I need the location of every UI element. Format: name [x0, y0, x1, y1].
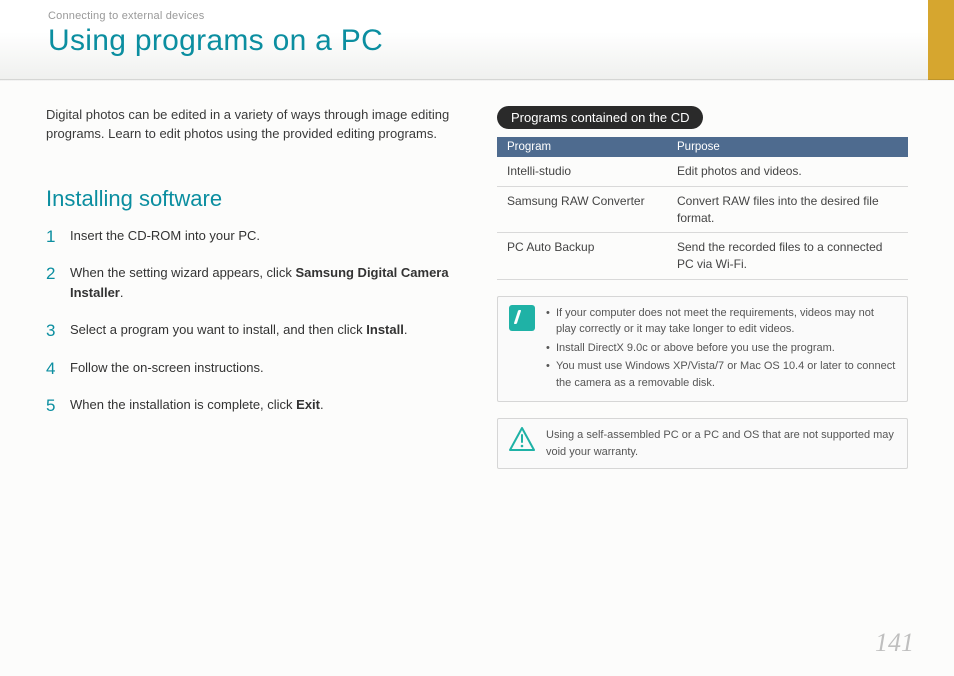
- programs-pill: Programs contained on the CD: [497, 106, 703, 129]
- note-item: If your computer does not meet the requi…: [546, 305, 897, 338]
- intro-text: Digital photos can be edited in a variet…: [46, 106, 457, 144]
- table-row: PC Auto Backup Send the recorded files t…: [497, 233, 908, 280]
- header-divider: [0, 79, 954, 81]
- step-3: Select a program you want to install, an…: [46, 320, 457, 340]
- programs-table: Program Purpose Intelli-studio Edit phot…: [497, 137, 908, 280]
- step-4: Follow the on-screen instructions.: [46, 358, 457, 378]
- warning-text: Using a self-assembled PC or a PC and OS…: [546, 427, 897, 460]
- accent-bar: [928, 0, 954, 80]
- warning-box: Using a self-assembled PC or a PC and OS…: [497, 418, 908, 469]
- step-3-bold: Install: [366, 322, 404, 337]
- step-3-text-c: .: [404, 322, 408, 337]
- note-item: You must use Windows XP/Vista/7 or Mac O…: [546, 358, 897, 391]
- note-item: Install DirectX 9.0c or above before you…: [546, 340, 897, 357]
- page-header: Connecting to external devices Using pro…: [0, 0, 954, 80]
- cell-program: PC Auto Backup: [497, 233, 667, 280]
- table-row: Samsung RAW Converter Convert RAW files …: [497, 186, 908, 233]
- cell-purpose: Send the recorded files to a connected P…: [667, 233, 908, 280]
- note-box: If your computer does not meet the requi…: [497, 296, 908, 403]
- step-5-text-c: .: [320, 397, 324, 412]
- left-column: Digital photos can be edited in a variet…: [46, 106, 457, 469]
- note-list: If your computer does not meet the requi…: [546, 305, 897, 394]
- th-program: Program: [497, 137, 667, 157]
- step-5: When the installation is complete, click…: [46, 395, 457, 415]
- page-title: Using programs on a PC: [48, 24, 906, 58]
- warning-icon-wrap: [508, 427, 536, 460]
- warning-icon: [509, 427, 535, 451]
- cell-program: Samsung RAW Converter: [497, 186, 667, 233]
- step-1: Insert the CD-ROM into your PC.: [46, 226, 457, 246]
- step-3-text-a: Select a program you want to install, an…: [70, 322, 366, 337]
- th-purpose: Purpose: [667, 137, 908, 157]
- cell-purpose: Convert RAW files into the desired file …: [667, 186, 908, 233]
- step-5-bold: Exit: [296, 397, 320, 412]
- step-2-text-a: When the setting wizard appears, click: [70, 265, 295, 280]
- content-columns: Digital photos can be edited in a variet…: [0, 80, 954, 469]
- breadcrumb: Connecting to external devices: [48, 10, 906, 22]
- step-2-text-c: .: [120, 285, 124, 300]
- page-number: 141: [875, 628, 914, 658]
- section-heading-installing: Installing software: [46, 186, 457, 212]
- note-icon-wrap: [508, 305, 536, 394]
- step-5-text-a: When the installation is complete, click: [70, 397, 296, 412]
- cell-program: Intelli-studio: [497, 157, 667, 186]
- cell-purpose: Edit photos and videos.: [667, 157, 908, 186]
- table-row: Intelli-studio Edit photos and videos.: [497, 157, 908, 186]
- step-2: When the setting wizard appears, click S…: [46, 263, 457, 302]
- right-column: Programs contained on the CD Program Pur…: [497, 106, 908, 469]
- note-icon: [509, 305, 535, 331]
- install-steps: Insert the CD-ROM into your PC. When the…: [46, 226, 457, 415]
